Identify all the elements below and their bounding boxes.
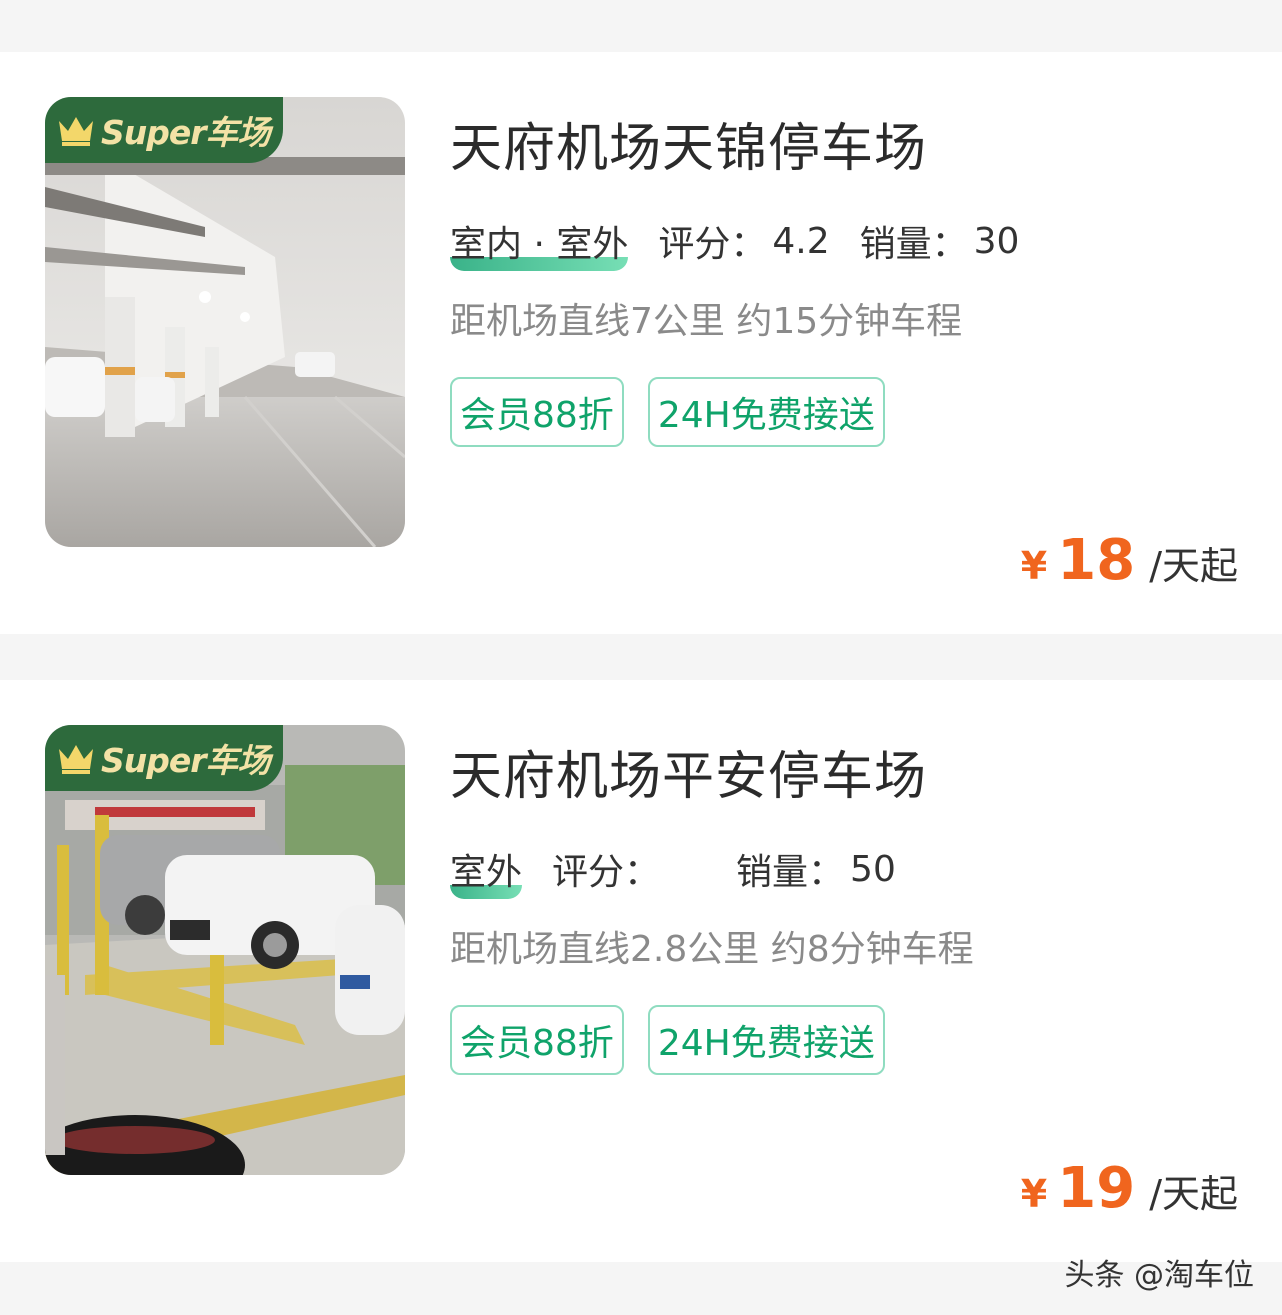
crown-icon [59,117,93,146]
location-type: 室外 [450,843,523,899]
parking-photo: Super车场 [45,725,405,1175]
rating-label: 评分： [658,224,767,265]
distance-info: 距机场直线7公里 约15分钟车程 [450,301,963,342]
crown-icon [59,745,93,774]
parking-card[interactable]: Super车场 天府机场平安停车场 室外 评分： 销量： 50 距机场直线2.8… [0,680,1282,1262]
price-amount: 19 [1057,1156,1136,1221]
watermark: 头条 @淘车位 [1064,1258,1254,1293]
sales-value: 30 [973,220,1020,262]
parking-card[interactable]: Super车场 天府机场天锦停车场 室内 · 室外 评分： 4.2 销量： 30… [0,52,1282,634]
price-unit: /天起 [1149,1172,1238,1216]
price-currency: ¥ [1020,1172,1048,1216]
price: ¥ 19 /天起 [1021,1156,1238,1221]
price: ¥ 18 /天起 [1021,528,1238,593]
tag-member-discount: 会员88折 [450,377,624,447]
tag-list: 会员88折 24H免费接送 [450,377,909,447]
tag-member-discount: 会员88折 [450,1005,624,1075]
price-unit: /天起 [1149,544,1238,588]
tag-free-shuttle: 24H免费接送 [647,377,885,447]
tag-free-shuttle: 24H免费接送 [647,1005,885,1075]
meta-row: 室外 评分： 销量： 50 [450,843,896,899]
super-badge-label: Super车场 [101,113,271,152]
sales-label: 销量： [859,224,968,265]
sales-value: 50 [850,848,896,890]
meta-row: 室内 · 室外 评分： 4.2 销量： 30 [450,215,1020,271]
super-badge-label: Super车场 [101,741,271,780]
sales-label: 销量： [736,852,845,893]
super-badge: Super车场 [45,725,283,791]
rating-label: 评分： [552,852,661,893]
price-amount: 18 [1057,528,1136,593]
rating-value: 4.2 [772,220,830,262]
parking-list-page: Super车场 天府机场天锦停车场 室内 · 室外 评分： 4.2 销量： 30… [0,0,1282,1315]
parking-photo: Super车场 [45,97,405,547]
location-type: 室内 · 室外 [450,215,629,271]
tag-list: 会员88折 24H免费接送 [450,1005,909,1075]
super-badge: Super车场 [45,97,283,163]
distance-info: 距机场直线2.8公里 约8分钟车程 [450,929,974,970]
price-currency: ¥ [1020,544,1048,588]
parking-title[interactable]: 天府机场天锦停车场 [450,106,927,181]
parking-title[interactable]: 天府机场平安停车场 [450,734,927,809]
